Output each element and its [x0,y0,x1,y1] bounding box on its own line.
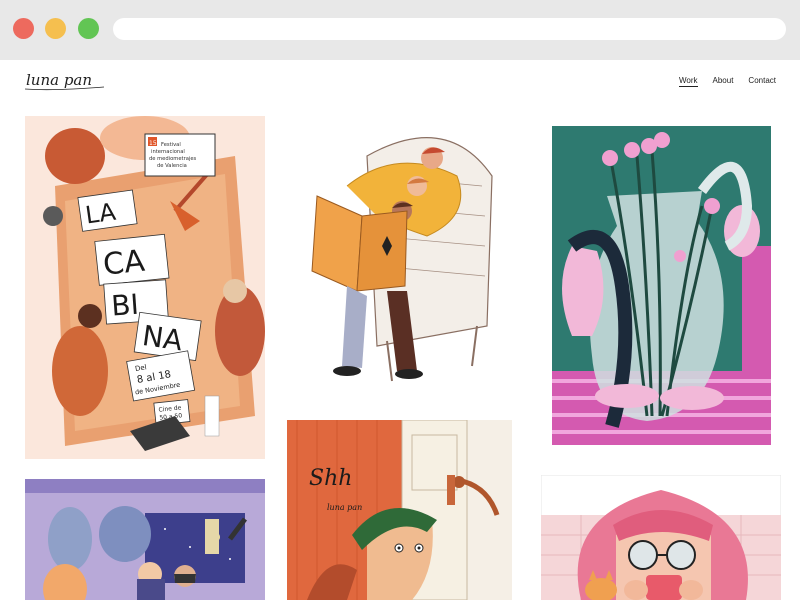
poster-title-word-na: NA [140,319,184,357]
gallery-item-vase-illustration[interactable] [552,126,771,445]
nav-contact-link[interactable]: Contact [748,76,776,87]
poster-festival-line-3: de mediometrajes [149,156,197,162]
poster-festival-line-1: Festival [161,142,181,148]
pink-hair-illustration [541,475,781,600]
logo-signature: luna pan [24,71,105,91]
vase-illustration [552,126,771,445]
poster-festival-line-2: internacional [151,149,185,155]
close-window-button[interactable] [13,18,34,39]
gallery-item-la-cabina-poster[interactable]: 15 Festival internacional de mediometraj… [25,116,265,459]
poster-title-word-ca: CA [101,244,146,283]
poster-edition-number: 15 [149,140,157,147]
minimize-window-button[interactable] [45,18,66,39]
shh-title: Shh [309,466,352,491]
night-train-illustration [25,479,265,600]
gallery-item-night-train-illustration[interactable] [25,479,265,600]
reading-illustration [287,116,519,391]
address-bar[interactable] [113,18,786,40]
logo-text: luna pan [26,71,92,89]
site-logo[interactable]: luna pan [24,67,108,95]
main-navigation: Work About Contact [678,76,776,87]
la-cabina-illustration: 15 Festival internacional de mediometraj… [25,116,265,459]
poster-title-word-la: LA [84,198,119,230]
gallery-item-pink-hair-illustration[interactable] [541,475,781,600]
gallery-item-reading-illustration[interactable] [287,116,519,391]
maximize-window-button[interactable] [78,18,99,39]
poster-title-word-bi: BI [110,288,140,323]
shh-author: luna pan [327,503,362,512]
shh-illustration: Shh luna pan [287,420,512,600]
nav-about-link[interactable]: About [713,76,734,87]
nav-work-link[interactable]: Work [678,76,698,87]
gallery-item-shh-illustration[interactable]: Shh luna pan [287,420,512,600]
poster-festival-line-4: de Valencia [157,163,187,169]
browser-toolbar [0,0,800,60]
